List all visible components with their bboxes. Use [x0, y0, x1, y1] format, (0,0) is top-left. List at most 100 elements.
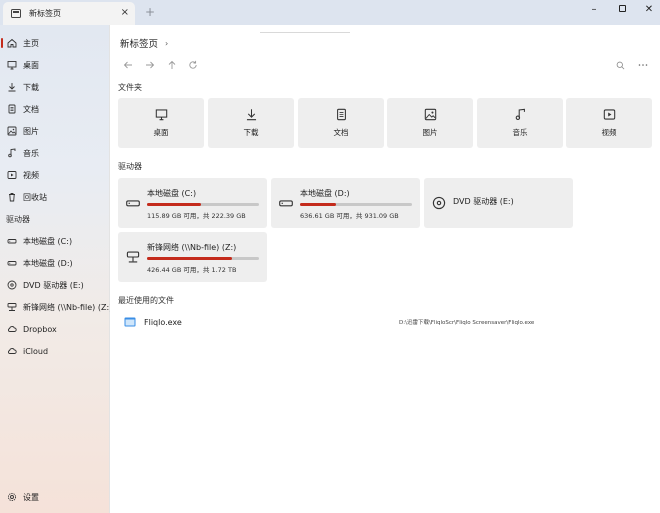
sidebar-item-drive-d[interactable]: 本地磁盘 (D:)	[0, 254, 110, 272]
drive-card-c[interactable]: 本地磁盘 (C:) 115.89 GB 可用，共 222.39 GB	[118, 178, 267, 228]
sidebar-item-videos[interactable]: 视频	[0, 166, 110, 184]
sidebar-item-drive-c[interactable]: 本地磁盘 (C:)	[0, 232, 110, 250]
cloud-icon	[7, 324, 17, 334]
maximize-icon	[618, 5, 626, 12]
drive-space-info: 636.61 GB 可用，共 931.09 GB	[300, 212, 399, 220]
drive-name: 本地磁盘 (D:)	[300, 189, 350, 198]
chevron-right-icon[interactable]: ›	[165, 39, 168, 48]
drive-icon	[7, 258, 17, 268]
sidebar-item-label: 设置	[23, 492, 39, 502]
sidebar-item-drive-e[interactable]: DVD 驱动器 (E:)	[0, 276, 110, 294]
arrow-right-icon	[146, 61, 155, 69]
picture-icon	[7, 126, 17, 136]
refresh-icon	[189, 60, 197, 69]
folder-tile-videos[interactable]: 视频	[566, 98, 652, 148]
recent-file-name[interactable]: Fliqlo.exe	[144, 318, 182, 327]
back-button[interactable]	[121, 58, 135, 72]
sidebar-item-settings[interactable]: 设置	[0, 488, 110, 506]
tab-close-button[interactable]: ×	[121, 7, 129, 19]
drive-icon	[7, 236, 17, 246]
more-options-button[interactable]	[636, 58, 650, 72]
sidebar-item-label: 本地磁盘 (D:)	[23, 258, 73, 268]
desktop-icon	[155, 109, 167, 121]
gear-icon	[7, 492, 17, 502]
sidebar-drives-header: 驱动器	[6, 215, 30, 224]
folder-tile-label: 图片	[422, 128, 438, 137]
picture-icon	[424, 108, 436, 121]
sidebar-item-desktop[interactable]: 桌面	[0, 56, 110, 74]
folder-tile-label: 视频	[601, 128, 617, 137]
sidebar-item-dropbox[interactable]: Dropbox	[0, 320, 110, 338]
sidebar-item-home[interactable]: 主页	[0, 34, 110, 52]
tab-new-tab[interactable]: 新标签页 ×	[3, 2, 135, 25]
drive-name: 本地磁盘 (C:)	[147, 189, 197, 198]
folders-section-title: 文件夹	[118, 83, 142, 92]
folder-tile-documents[interactable]: 文档	[298, 98, 384, 148]
drive-card-e[interactable]: DVD 驱动器 (E:)	[424, 178, 573, 228]
dvd-icon	[432, 196, 446, 210]
tab-page-icon	[11, 9, 21, 18]
home-icon	[7, 38, 17, 48]
drive-usage-fill	[147, 203, 201, 206]
arrow-up-icon	[168, 60, 176, 69]
sidebar-item-label: 音乐	[23, 148, 39, 158]
folder-tile-desktop[interactable]: 桌面	[118, 98, 204, 148]
drive-usage-bar	[300, 203, 412, 206]
minimize-button[interactable]: –	[583, 3, 605, 17]
refresh-button[interactable]	[186, 58, 200, 72]
recycle-bin-icon	[7, 192, 17, 202]
sidebar-item-label: 新锋网络 (\\Nb-file) (Z:)	[23, 302, 113, 312]
sidebar-item-label: Dropbox	[23, 324, 57, 334]
up-button[interactable]	[165, 58, 179, 72]
folder-tile-pictures[interactable]: 图片	[387, 98, 473, 148]
breadcrumb-item[interactable]: 新标签页	[120, 36, 158, 50]
sidebar-item-documents[interactable]: 文档	[0, 100, 110, 118]
recent-file-path: D:\迅雷下载\FliqloScr\Fliqlo Screensaver\Fli…	[399, 320, 535, 326]
title-bar: 新标签页 × + – ✕	[0, 0, 660, 25]
sidebar-item-music[interactable]: 音乐	[0, 144, 110, 162]
sidebar-item-label: DVD 驱动器 (E:)	[23, 280, 84, 290]
search-button[interactable]	[613, 58, 627, 72]
sidebar-item-label: 主页	[23, 38, 39, 48]
download-icon	[246, 109, 256, 121]
breadcrumb[interactable]: 新标签页 ›	[120, 36, 168, 51]
maximize-button[interactable]	[611, 3, 633, 17]
sidebar-item-label: 视频	[23, 170, 39, 180]
sidebar-item-downloads[interactable]: 下载	[0, 78, 110, 96]
forward-button[interactable]	[143, 58, 157, 72]
music-icon	[7, 148, 17, 158]
drive-usage-fill	[147, 257, 233, 260]
more-icon	[638, 64, 648, 66]
recent-file-row[interactable]: Fliqlo.exe D:\迅雷下载\FliqloScr\Fliqlo Scre…	[124, 315, 654, 329]
drive-card-d[interactable]: 本地磁盘 (D:) 636.61 GB 可用，共 931.09 GB	[271, 178, 420, 228]
network-drive-icon	[7, 302, 17, 312]
new-tab-button[interactable]: +	[145, 5, 155, 19]
sidebar-item-drive-z[interactable]: 新锋网络 (\\Nb-file) (Z:)	[0, 298, 113, 316]
network-drive-icon	[126, 251, 140, 263]
tab-title: 新标签页	[29, 9, 61, 18]
drive-usage-fill	[300, 203, 336, 206]
sidebar-item-pictures[interactable]: 图片	[0, 122, 110, 140]
video-icon	[603, 109, 615, 120]
recent-section-title: 最近使用的文件	[118, 296, 174, 305]
folder-tile-downloads[interactable]: 下载	[208, 98, 294, 148]
desktop-icon	[7, 60, 17, 70]
drives-section-title: 驱动器	[118, 162, 142, 171]
close-button[interactable]: ✕	[638, 3, 660, 17]
dvd-icon	[7, 280, 17, 290]
sidebar-item-label: 文档	[23, 104, 39, 114]
folder-tile-music[interactable]: 音乐	[477, 98, 563, 148]
sidebar-item-icloud[interactable]: iCloud	[0, 342, 110, 360]
sidebar-item-recycle-bin[interactable]: 回收站	[0, 188, 110, 206]
drive-card-z[interactable]: 新锋网络 (\\Nb-file) (Z:) 426.44 GB 可用，共 1.7…	[118, 232, 267, 282]
drive-space-info: 115.89 GB 可用，共 222.39 GB	[147, 212, 246, 220]
document-icon	[336, 108, 346, 121]
search-icon	[616, 61, 624, 69]
drive-icon	[126, 200, 140, 207]
sidebar-item-label: 下载	[23, 82, 39, 92]
download-icon	[7, 82, 17, 92]
drive-usage-bar	[147, 203, 259, 206]
drive-name: 新锋网络 (\\Nb-file) (Z:)	[147, 243, 237, 252]
divider	[260, 32, 350, 33]
drive-usage-bar	[147, 257, 259, 260]
